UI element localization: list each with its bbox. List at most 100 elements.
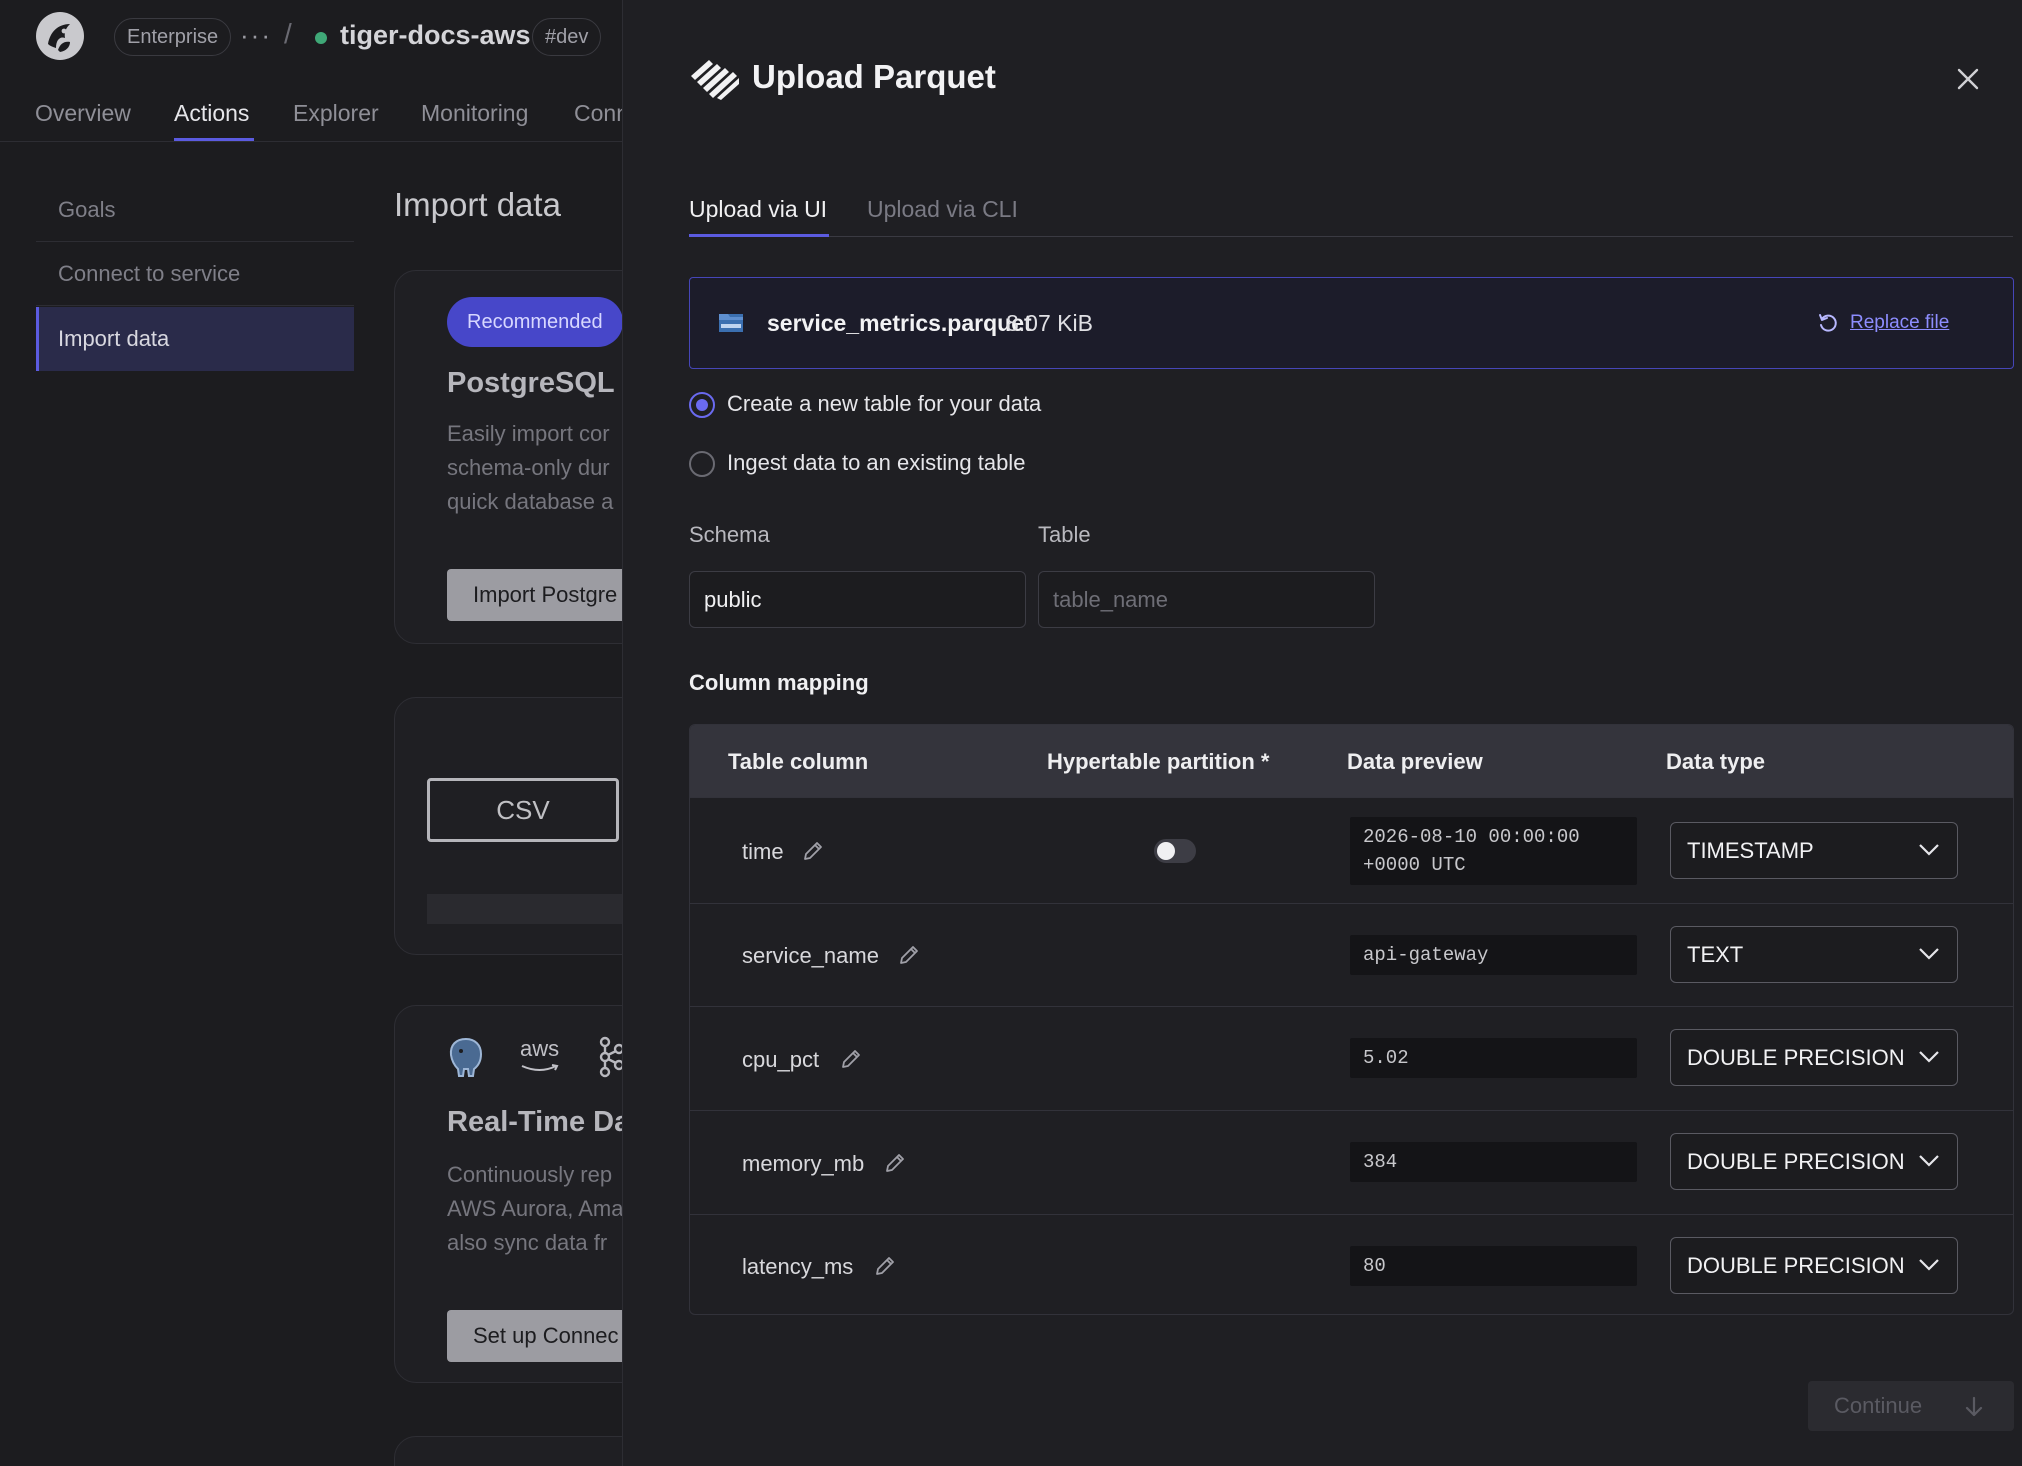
data-type-select[interactable]: TIMESTAMP [1670,822,1958,879]
tab-overview[interactable]: Overview [35,100,131,127]
env-badge: #dev [532,18,602,56]
card-text: Easily import cor [447,421,610,446]
table-row: memory_mb 384 DOUBLE PRECISION [690,1110,2013,1214]
parquet-file-icon [719,314,743,332]
column-name: service_name [742,943,879,968]
setup-connector-button[interactable]: Set up Connec [447,1310,645,1362]
radio-ingest-existing-table[interactable] [689,451,715,477]
aws-logo: aws [520,1036,560,1061]
header-data-preview: Data preview [1347,749,1483,774]
pencil-icon[interactable] [802,840,824,862]
data-preview: 2026-08-10 00:00:00 +0000 UTC [1350,817,1637,885]
table-label: Table [1038,522,1091,547]
card-text: AWS Aurora, Ama [447,1196,624,1221]
postgres-elephant-icon [449,1037,483,1077]
data-type-value: DOUBLE PRECISION [1687,1045,1905,1070]
recommended-badge: Recommended [447,297,623,347]
chevron-down-icon [1919,948,1939,960]
column-name: memory_mb [742,1151,865,1176]
card-text: also sync data fr [447,1230,608,1255]
card-text: schema-only dur [447,455,610,480]
tiger-logo-icon[interactable] [34,10,86,62]
data-preview: 5.02 [1350,1038,1637,1078]
card-title: PostgreSQL I [447,367,631,399]
data-type-value: DOUBLE PRECISION [1687,1149,1905,1174]
header-table-column: Table column [728,749,869,774]
column-mapping-table: Table column Hypertable partition * Data… [689,724,2014,1315]
tab-upload-via-cli[interactable]: Upload via CLI [867,196,1018,223]
card-text: quick database a [447,489,614,514]
continue-label: Continue [1834,1393,1923,1418]
radio-create-new-table[interactable] [689,392,715,418]
close-icon[interactable] [1951,62,1985,96]
service-status-dot [315,32,327,44]
parquet-logo-icon [691,60,739,100]
header-data-type: Data type [1666,749,1766,774]
file-size: 8.07 KiB [1006,310,1093,336]
service-name[interactable]: tiger-docs-aws [340,20,531,51]
pencil-icon[interactable] [874,1255,896,1277]
column-name: latency_ms [742,1254,854,1279]
pencil-icon[interactable] [898,944,920,966]
page-title: Import data [394,186,561,223]
column-name: time [742,839,784,864]
column-mapping-title: Column mapping [689,670,869,695]
table-row: time 2026-08-10 00:00:00 +0000 UTC TIMES… [690,797,2013,903]
data-type-value: TIMESTAMP [1687,838,1814,863]
data-preview: 80 [1350,1246,1637,1286]
chevron-down-icon [1919,1051,1939,1063]
sidebar-item-goals[interactable]: Goals [36,178,354,242]
org-badge[interactable]: Enterprise [114,18,232,56]
pencil-icon[interactable] [884,1152,906,1174]
data-type-select[interactable]: DOUBLE PRECISION [1670,1133,1958,1190]
card-text: Continuously rep [447,1162,613,1187]
tab-explorer[interactable]: Explorer [293,100,379,127]
tab-monitoring[interactable]: Monitoring [421,100,528,127]
import-postgres-button[interactable]: Import Postgre [447,569,644,621]
sidebar-item-connect[interactable]: Connect to service [36,242,354,306]
schema-label: Schema [689,522,770,547]
table-row: cpu_pct 5.02 DOUBLE PRECISION [690,1006,2013,1110]
pencil-icon[interactable] [840,1048,862,1070]
data-type-value: DOUBLE PRECISION [1687,1253,1905,1278]
chevron-down-icon [1919,844,1939,856]
table-name-input[interactable] [1038,571,1375,628]
table-row: service_name api-gateway TEXT [690,903,2013,1006]
data-type-select[interactable]: DOUBLE PRECISION [1670,1029,1958,1086]
column-name: cpu_pct [742,1047,820,1072]
csv-tile[interactable]: CSV [427,778,619,842]
data-type-select[interactable]: TEXT [1670,926,1958,983]
sidebar-item-import-data[interactable]: Import data [36,307,354,371]
data-type-value: TEXT [1687,942,1744,967]
data-preview: api-gateway [1350,935,1637,975]
breadcrumb-separator: / [284,18,292,49]
tab-divider [689,236,2013,237]
kafka-icon [599,1036,625,1078]
file-name: service_metrics.parquet [767,310,1032,336]
radio-label[interactable]: Ingest data to an existing table [727,450,1025,476]
table-row: latency_ms 80 DOUBLE PRECISION [690,1214,2013,1314]
active-tab-indicator [689,234,829,237]
partition-toggle[interactable] [1154,839,1196,863]
active-tab-indicator [174,138,254,141]
chevron-down-icon [1919,1259,1939,1271]
radio-label[interactable]: Create a new table for your data [727,391,1041,417]
data-preview: 384 [1350,1142,1637,1182]
schema-input[interactable] [689,571,1026,628]
modal-title: Upload Parquet [752,58,996,95]
replace-file-link[interactable]: Replace file [1850,312,1949,334]
data-type-select[interactable]: DOUBLE PRECISION [1670,1237,1958,1294]
arrow-down-icon [1965,1396,1983,1417]
card-title: Real-Time Da [447,1106,631,1138]
chevron-down-icon [1919,1155,1939,1167]
tab-connections[interactable]: Conn [574,100,629,127]
aws-smile-icon [521,1064,559,1071]
upload-parquet-modal: Upload Parquet Upload via UI Upload via … [622,0,2022,1466]
continue-button[interactable]: Continue [1808,1381,2014,1431]
refresh-icon[interactable] [1817,312,1839,334]
more-breadcrumb[interactable]: ··· [240,20,272,51]
table-header: Table column Hypertable partition * Data… [690,725,2013,797]
selected-file-box: service_metrics.parquet 8.07 KiB Replace… [689,277,2014,369]
tab-upload-via-ui[interactable]: Upload via UI [689,196,827,223]
tab-actions[interactable]: Actions [174,100,249,127]
